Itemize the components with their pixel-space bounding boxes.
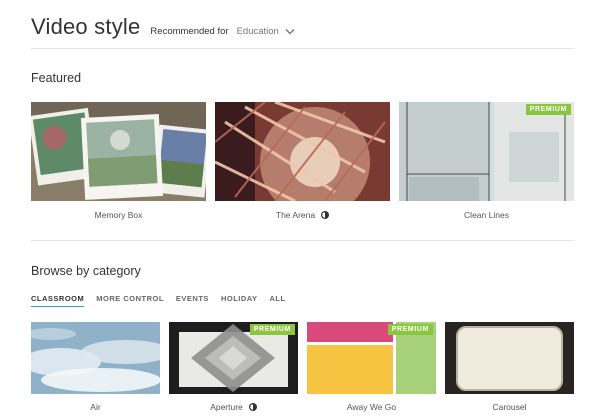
style-caption-carousel: Carousel bbox=[445, 402, 574, 412]
featured-divider bbox=[31, 240, 574, 241]
featured-section-title: Featured bbox=[31, 71, 82, 85]
style-thumbnail-clean-lines[interactable]: PREMIUM bbox=[399, 102, 574, 201]
style-name: Air bbox=[90, 402, 101, 412]
style-name: Clean Lines bbox=[464, 210, 509, 220]
style-thumbnail-away-we-go[interactable]: PREMIUM bbox=[307, 322, 436, 394]
carousel-image bbox=[445, 322, 574, 394]
tab-events[interactable]: EVENTS bbox=[176, 294, 209, 307]
tab-holiday[interactable]: HOLIDAY bbox=[221, 294, 258, 307]
style-caption-aperture: Aperture bbox=[169, 402, 298, 412]
style-caption-clean-lines: Clean Lines bbox=[399, 210, 574, 220]
style-caption-away-we-go: Away We Go bbox=[307, 402, 436, 412]
style-name: Away We Go bbox=[346, 402, 397, 412]
tab-more-control[interactable]: MORE CONTROL bbox=[96, 294, 164, 307]
the-arena-image bbox=[215, 102, 390, 201]
tab-all[interactable]: ALL bbox=[270, 294, 286, 307]
recommended-for-dropdown[interactable]: Education bbox=[237, 26, 295, 37]
category-tabs: CLASSROOM MORE CONTROL EVENTS HOLIDAY AL… bbox=[31, 294, 298, 307]
style-name: The Arena bbox=[275, 210, 316, 220]
browse-section-title: Browse by category bbox=[31, 264, 141, 278]
tab-classroom[interactable]: CLASSROOM bbox=[31, 294, 85, 307]
header-divider bbox=[31, 48, 574, 49]
premium-badge: PREMIUM bbox=[387, 324, 433, 335]
style-thumbnail-carousel[interactable] bbox=[445, 322, 574, 394]
memory-box-image bbox=[31, 102, 206, 201]
recommended-for-value: Education bbox=[236, 26, 279, 37]
style-name: Carousel bbox=[492, 402, 527, 412]
recommended-for-label: Recommended for bbox=[150, 26, 229, 37]
premium-badge: PREMIUM bbox=[525, 104, 571, 115]
clean-lines-image bbox=[399, 102, 574, 201]
style-name: Aperture bbox=[210, 402, 243, 412]
style-name: Memory Box bbox=[94, 210, 143, 220]
chevron-down-icon bbox=[285, 29, 295, 35]
style-thumbnail-memory-box[interactable] bbox=[31, 102, 206, 201]
half-circle-icon bbox=[248, 403, 257, 411]
style-thumbnail-aperture[interactable]: PREMIUM bbox=[169, 322, 298, 394]
style-thumbnail-air[interactable] bbox=[31, 322, 160, 394]
style-caption-air: Air bbox=[31, 402, 160, 412]
premium-badge: PREMIUM bbox=[249, 324, 295, 335]
style-thumbnail-the-arena[interactable] bbox=[215, 102, 390, 201]
page-header: Video style Recommended for Education bbox=[31, 14, 574, 50]
page-title: Video style bbox=[31, 14, 141, 39]
style-caption-memory-box: Memory Box bbox=[31, 210, 206, 220]
half-circle-icon bbox=[321, 211, 330, 219]
style-caption-the-arena: The Arena bbox=[215, 210, 390, 220]
air-image bbox=[31, 322, 160, 394]
